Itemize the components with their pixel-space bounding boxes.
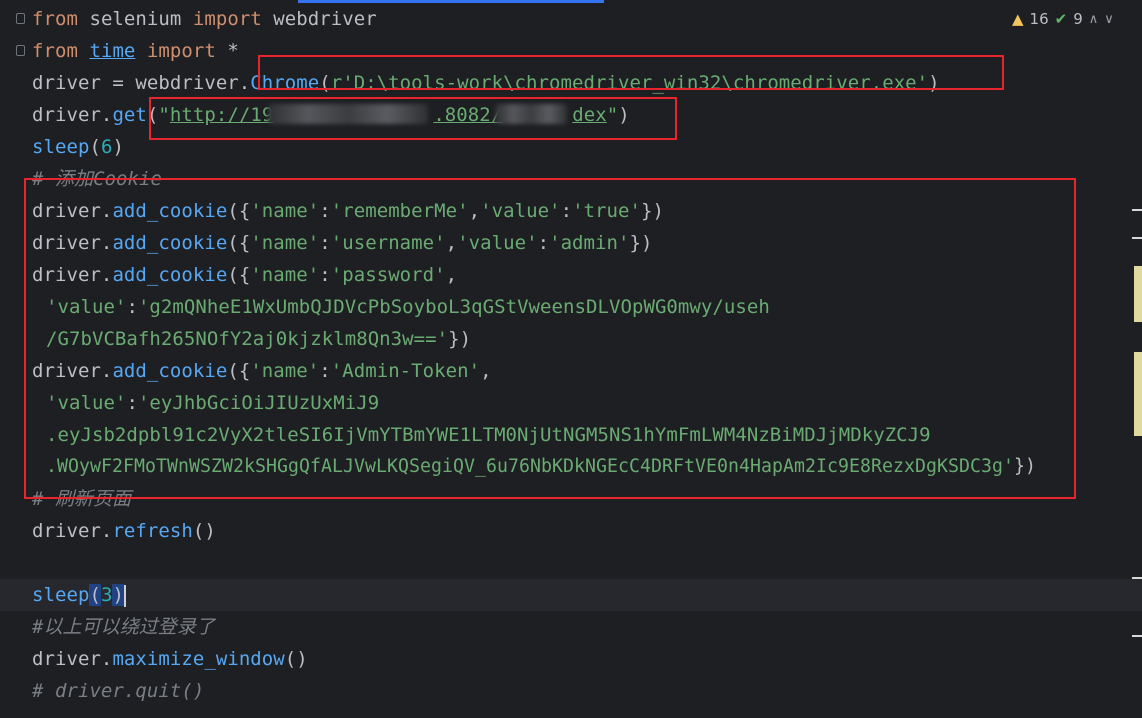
keyword: from bbox=[32, 40, 78, 62]
identifier: driver. bbox=[32, 104, 113, 126]
number-literal: 3 bbox=[100, 584, 113, 606]
identifier: driver. bbox=[32, 520, 113, 542]
text-caret bbox=[123, 584, 126, 607]
warning-icon: ▲ bbox=[1012, 10, 1024, 28]
scrollbar-marker[interactable] bbox=[1132, 635, 1142, 637]
punct: ( bbox=[89, 136, 101, 158]
code-line-2: from time import * bbox=[32, 35, 239, 67]
punct: ) bbox=[112, 136, 124, 158]
module-name: time bbox=[89, 40, 136, 62]
scrollbar-marker[interactable] bbox=[1134, 352, 1142, 436]
identifier: driver. bbox=[32, 648, 113, 670]
identifier: * bbox=[215, 40, 239, 62]
code-line-5: sleep(6) bbox=[32, 131, 124, 163]
function-name: get bbox=[112, 104, 147, 126]
scrollbar-marker[interactable] bbox=[1132, 237, 1142, 239]
code-line-22: # driver.quit() bbox=[32, 680, 205, 702]
keyword: import bbox=[192, 8, 262, 30]
keyword: import bbox=[146, 40, 216, 62]
function-name: maximize_window bbox=[112, 648, 285, 670]
code-line-20: #以上可以绕过登录了 bbox=[32, 616, 215, 638]
punct: () bbox=[192, 520, 216, 542]
annotation-box-cookies bbox=[24, 178, 1076, 499]
fold-toggle-icon[interactable] bbox=[16, 13, 25, 24]
inspection-widget[interactable]: ▲ 16 ✔ 9 ∧ ∨ bbox=[1012, 10, 1114, 28]
code-line-1: from selenium import webdriver bbox=[32, 3, 377, 35]
punct: ( bbox=[89, 584, 101, 606]
warnings-count: 16 bbox=[1029, 10, 1049, 28]
annotation-box-driver-path bbox=[258, 55, 1004, 90]
code-line-19: sleep(3) bbox=[0, 579, 1142, 611]
annotation-box-url bbox=[149, 97, 677, 140]
code-line-17: driver.refresh() bbox=[32, 515, 216, 547]
checks-count: 9 bbox=[1073, 10, 1083, 28]
punct: ) bbox=[112, 584, 124, 606]
scrollbar-marker[interactable] bbox=[1132, 209, 1142, 211]
keyword: from bbox=[32, 8, 78, 30]
function-name: sleep bbox=[32, 136, 90, 158]
function-name: sleep bbox=[32, 584, 90, 606]
punct: () bbox=[284, 648, 308, 670]
code-line-21: driver.maximize_window() bbox=[32, 643, 308, 675]
number-literal: 6 bbox=[100, 136, 113, 158]
fold-toggle-icon[interactable] bbox=[16, 45, 25, 56]
scrollbar-marker[interactable] bbox=[1132, 577, 1142, 579]
chevron-down-icon[interactable]: ∨ bbox=[1104, 12, 1114, 27]
function-name: refresh bbox=[112, 520, 193, 542]
scrollbar-marker[interactable] bbox=[1134, 266, 1142, 322]
identifier: webdriver bbox=[261, 8, 377, 30]
check-icon: ✔ bbox=[1054, 10, 1068, 28]
chevron-up-icon[interactable]: ∧ bbox=[1089, 12, 1099, 27]
identifier: driver = webdriver. bbox=[32, 72, 251, 94]
module-name: selenium bbox=[77, 8, 193, 30]
